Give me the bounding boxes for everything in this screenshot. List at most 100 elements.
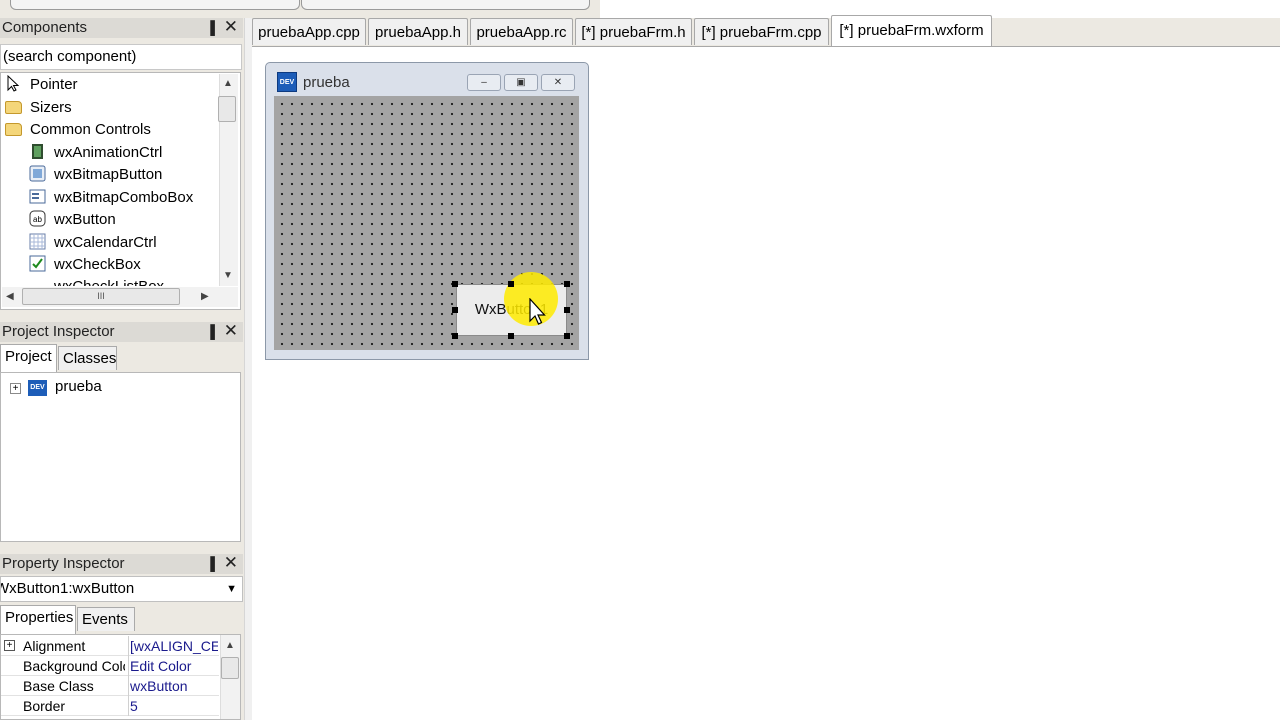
item-label: wxBitmapButton [54, 166, 163, 183]
item-label: wxAnimationCtrl [54, 144, 163, 161]
form-icon: DEV [277, 72, 297, 92]
pin-icon[interactable]: ▐ [206, 322, 215, 342]
close-icon[interactable]: ✕ [224, 17, 238, 37]
object-selector[interactable]: WxButton1:wxButton ▼ [0, 576, 243, 602]
property-grid-vscroll[interactable]: ▲ [220, 635, 240, 719]
pin-icon[interactable]: ▐ [206, 554, 215, 574]
project-tree: + DEV prueba [0, 372, 241, 542]
tab-project[interactable]: Project [0, 344, 57, 372]
vscroll-thumb[interactable] [218, 96, 236, 122]
minimize-icon[interactable]: – [467, 74, 501, 91]
list-item-sizers[interactable]: Sizers [5, 97, 72, 119]
toolbar-combo-left[interactable] [10, 0, 300, 10]
property-name: Border [23, 698, 66, 714]
selected-object: WxButton1:wxButton [0, 580, 135, 597]
resize-handle[interactable] [452, 281, 458, 287]
checklistbox-icon [29, 277, 46, 286]
film-icon [32, 143, 43, 159]
scroll-up-icon[interactable]: ▲ [223, 78, 233, 89]
property-name: Background Colour [23, 658, 125, 674]
pin-icon[interactable]: ▐ [206, 18, 215, 38]
property-inspector-title-text: Property Inspector [2, 555, 125, 572]
editor-tab-bar: pruebaApp.cpp pruebaApp.h pruebaApp.rc [… [252, 15, 1280, 46]
combobox-icon [29, 189, 46, 204]
resize-handle[interactable] [564, 281, 570, 287]
item-label: Sizers [30, 99, 72, 116]
list-item-wxbitmapcombobox[interactable]: wxBitmapComboBox [29, 187, 193, 209]
tree-item-prueba[interactable]: prueba [55, 378, 102, 395]
property-inspector-title: Property Inspector ▐ ✕ [0, 553, 243, 574]
list-item-wxanimationctrl[interactable]: wxAnimationCtrl [29, 142, 162, 164]
property-row-background-colour[interactable]: Background Colour Edit Color [1, 656, 219, 676]
property-value[interactable]: wxButton [128, 676, 218, 696]
list-item-wxbutton[interactable]: ab wxButton [29, 209, 116, 231]
property-row-base-class[interactable]: Base Class wxButton [1, 676, 219, 696]
property-name: Base Class [23, 678, 94, 694]
tab-pruebafrm-cpp[interactable]: [*] pruebaFrm.cpp [694, 18, 829, 45]
dock-splitter[interactable] [244, 18, 252, 720]
scroll-down-icon[interactable]: ▼ [223, 270, 233, 281]
close-icon[interactable]: ✕ [224, 553, 238, 573]
project-inspector-title-text: Project Inspector [2, 323, 115, 340]
close-icon[interactable]: ✕ [224, 321, 238, 341]
list-item-wxcalendarctrl[interactable]: wxCalendarCtrl [29, 232, 157, 254]
list-item-wxchecklistbox[interactable]: wxCheckListBox [29, 276, 164, 286]
scroll-left-icon[interactable]: ◀ [6, 291, 14, 302]
expand-icon[interactable]: + [4, 640, 15, 651]
toolbar-combo-right[interactable] [301, 0, 590, 10]
list-item-pointer[interactable]: Pointer [5, 74, 78, 96]
property-grid: + Alignment [wxALIGN_CENTRE] Background … [0, 634, 241, 720]
tab-properties[interactable]: Properties [0, 605, 76, 634]
item-label: Common Controls [30, 121, 151, 138]
button-ab-icon: ab [29, 210, 46, 227]
resize-handle[interactable] [452, 307, 458, 313]
project-icon: DEV [28, 380, 47, 396]
item-label: wxButton [54, 211, 116, 228]
scroll-up-icon[interactable]: ▲ [225, 640, 235, 651]
tab-classes[interactable]: Classes [58, 346, 117, 370]
form-title: prueba [303, 74, 350, 91]
item-label: wxBitmapComboBox [54, 189, 194, 206]
checkbox-icon [29, 255, 46, 272]
resize-handle[interactable] [508, 333, 514, 339]
list-item-wxbitmapbutton[interactable]: wxBitmapButton [29, 164, 162, 186]
hscroll-thumb[interactable]: III [22, 288, 180, 305]
property-value[interactable]: 5 [128, 696, 218, 716]
tab-pruebaapp-cpp[interactable]: pruebaApp.cpp [252, 18, 366, 45]
folder-icon [5, 100, 22, 114]
folder-icon [5, 122, 22, 136]
tab-events[interactable]: Events [77, 607, 135, 631]
item-label: wxCalendarCtrl [54, 234, 157, 251]
resize-handle[interactable] [564, 307, 570, 313]
dropdown-arrow-icon[interactable]: ▼ [226, 577, 237, 601]
property-row-border[interactable]: Border 5 [1, 696, 219, 716]
resize-handle[interactable] [452, 333, 458, 339]
resize-handle[interactable] [564, 333, 570, 339]
list-item-common-controls[interactable]: Common Controls [5, 119, 151, 141]
property-row-alignment[interactable]: + Alignment [wxALIGN_CENTRE] [1, 636, 219, 656]
resize-handle[interactable] [508, 281, 514, 287]
tab-pruebafrm-wxform[interactable]: [*] pruebaFrm.wxform [831, 15, 992, 46]
vscroll-thumb[interactable] [221, 657, 239, 679]
property-value[interactable]: Edit Color [128, 656, 218, 676]
component-list: Pointer Sizers Common Controls wxAnimati… [0, 72, 241, 310]
maximize-icon[interactable]: ▣ [504, 74, 538, 91]
scroll-right-icon[interactable]: ▶ [201, 291, 209, 302]
tab-pruebafrm-h[interactable]: [*] pruebaFrm.h [575, 18, 692, 45]
tab-pruebaapp-rc[interactable]: pruebaApp.rc [470, 18, 573, 45]
svg-text:ab: ab [33, 215, 42, 224]
expand-icon[interactable]: + [10, 383, 21, 394]
item-label: wxCheckListBox [54, 278, 164, 286]
close-window-icon[interactable]: ✕ [541, 74, 575, 91]
calendar-icon [29, 233, 46, 250]
item-label: Pointer [30, 76, 78, 93]
bitmap-button-icon [29, 165, 46, 182]
property-value[interactable]: [wxALIGN_CENTRE] [128, 636, 218, 656]
components-title-text: Components [2, 19, 88, 36]
component-search-input[interactable]: (search component) [0, 44, 242, 70]
project-inspector-title: Project Inspector ▐ ✕ [0, 321, 243, 342]
components-panel-title: Components ▐ ✕ [0, 17, 243, 38]
tab-pruebaapp-h[interactable]: pruebaApp.h [368, 18, 468, 45]
list-item-wxcheckbox[interactable]: wxCheckBox [29, 254, 141, 276]
pointer-icon [7, 74, 20, 92]
